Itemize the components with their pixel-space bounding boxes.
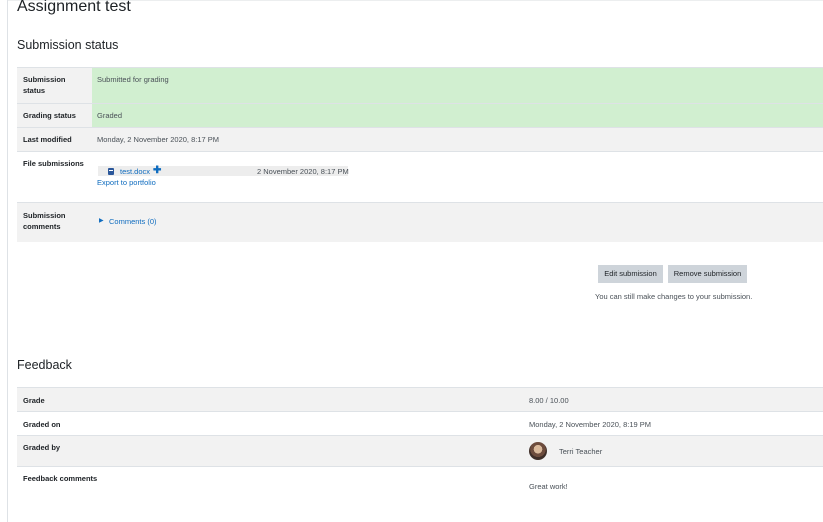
last-modified-label: Last modified: [23, 135, 72, 144]
table-row-feedback-comments: Feedback comments Great work!: [17, 466, 823, 507]
grade-label: Grade: [23, 396, 45, 405]
avatar[interactable]: [529, 442, 547, 460]
grading-status-label: Grading status: [23, 111, 76, 120]
feedback-comments-label: Feedback comments: [23, 474, 98, 483]
table-row-graded-by: Graded by Terri Teacher: [17, 435, 823, 466]
last-modified-value: Monday, 2 November 2020, 8:17 PM: [97, 135, 220, 144]
table-row-grade: Grade 8.00 / 10.00: [17, 387, 823, 411]
graded-by-label: Graded by: [23, 443, 61, 452]
submission-comments-label: Submission comments: [23, 211, 66, 231]
graded-on-value: Monday, 2 November 2020, 8:19 PM: [529, 420, 652, 429]
table-row-grading-status: Grading status Graded: [17, 103, 823, 127]
file-link[interactable]: test.docx: [120, 166, 150, 177]
page-title: Assignment test: [17, 0, 131, 15]
caret-right-icon[interactable]: ▶: [99, 216, 104, 227]
edit-hint-text: You can still make changes to your submi…: [595, 292, 753, 301]
submission-status-label: Submission status: [23, 75, 66, 95]
remove-submission-button[interactable]: Remove submission: [668, 265, 747, 283]
grader-name: Terri Teacher: [559, 447, 603, 456]
graded-on-label: Graded on: [23, 420, 61, 429]
table-row-submission-status: Submission status Submitted for grading: [17, 67, 823, 103]
submission-status-table: Submission status Submitted for grading …: [17, 67, 823, 242]
file-submissions-label: File submissions: [23, 159, 84, 168]
export-to-portfolio-link[interactable]: Export to portfolio: [97, 177, 156, 188]
word-document-icon: [108, 168, 114, 175]
feedback-table: Grade 8.00 / 10.00 Graded on Monday, 2 N…: [17, 387, 823, 507]
feedback-comments-value: Great work!: [529, 482, 568, 491]
feedback-heading: Feedback: [17, 358, 72, 372]
comments-toggle-link[interactable]: Comments (0): [109, 216, 157, 227]
table-row-submission-comments: Submission comments ▶ Comments (0): [17, 202, 823, 242]
edit-submission-button[interactable]: Edit submission: [598, 265, 663, 283]
file-date: 2 November 2020, 8:17 PM: [257, 167, 349, 176]
submission-status-value: Submitted for grading: [97, 75, 169, 84]
table-row-graded-on: Graded on Monday, 2 November 2020, 8:19 …: [17, 411, 823, 435]
table-row-file-submissions: File submissions test.docx ✚ 2 November …: [17, 151, 823, 202]
grading-status-value: Graded: [97, 111, 123, 120]
table-row-last-modified: Last modified Monday, 2 November 2020, 8…: [17, 127, 823, 151]
left-border: [7, 0, 8, 522]
submission-status-heading: Submission status: [17, 38, 119, 52]
plus-icon[interactable]: ✚: [153, 165, 161, 176]
grade-value: 8.00 / 10.00: [529, 396, 569, 405]
